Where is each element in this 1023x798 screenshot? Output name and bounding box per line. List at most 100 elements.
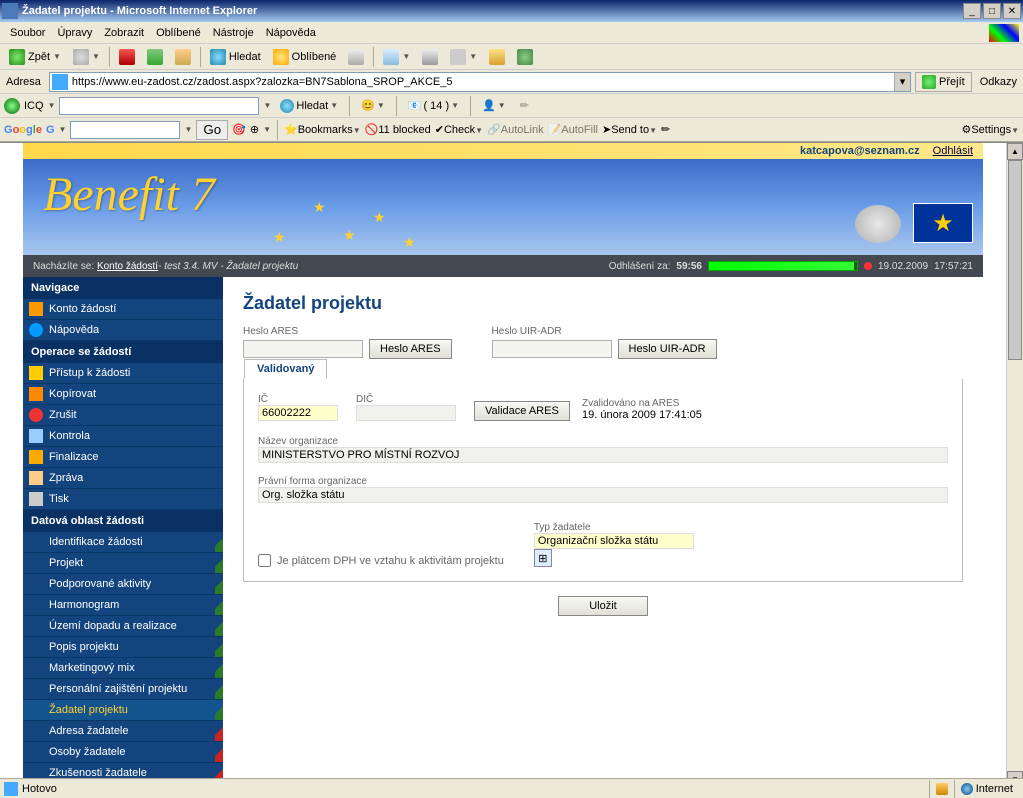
home-button[interactable] <box>170 46 196 68</box>
back-button[interactable]: Zpět▼ <box>4 46 66 68</box>
nav-osoby[interactable]: Osoby žadatele <box>23 742 223 763</box>
autolink-button[interactable]: 🔗AutoLink <box>487 123 544 136</box>
url-dropdown[interactable]: ▾ <box>894 73 910 91</box>
nav-ident[interactable]: Identifikace žádosti <box>23 532 223 553</box>
nav-konto[interactable]: Konto žádostí <box>23 299 223 320</box>
save-button[interactable]: Uložit <box>558 596 648 616</box>
access-icon <box>29 366 43 380</box>
menu-bar: Soubor Úpravy Zobrazit Oblíbené Nástroje… <box>0 22 1023 44</box>
edit-button[interactable]: ▼ <box>445 46 482 68</box>
favorites-button[interactable]: Oblíbené <box>268 46 342 68</box>
nav-projekt[interactable]: Projekt <box>23 553 223 574</box>
bookmarks-button[interactable]: ⭐Bookmarks▼ <box>284 123 361 136</box>
google-go-button[interactable]: Go <box>196 120 228 140</box>
nav-finalizace[interactable]: Finalizace <box>23 447 223 468</box>
nav-kontrola[interactable]: Kontrola <box>23 426 223 447</box>
search-icon <box>210 49 226 65</box>
nav-harmon[interactable]: Harmonogram <box>23 595 223 616</box>
minimize-button[interactable]: _ <box>963 3 981 19</box>
refresh-button[interactable] <box>142 46 168 68</box>
icq-search-input[interactable] <box>59 97 259 115</box>
nav-kopirovat[interactable]: Kopírovat <box>23 384 223 405</box>
search-button[interactable]: Hledat <box>205 46 266 68</box>
blocked-button[interactable]: 🚫11 blocked <box>365 123 431 136</box>
platce-dph-checkbox[interactable] <box>258 554 271 567</box>
folder-icon <box>489 49 505 65</box>
logout-link[interactable]: Odhlásit <box>933 145 973 157</box>
typ-zadatele-value[interactable]: Organizační složka státu <box>534 533 694 549</box>
nav-popis[interactable]: Popis projektu <box>23 637 223 658</box>
nav-zadatel[interactable]: Žadatel projektu <box>23 700 223 721</box>
icq-user-button[interactable]: 👤▼ <box>477 96 511 116</box>
menu-soubor[interactable]: Soubor <box>4 25 51 41</box>
nav-marketing[interactable]: Marketingový mix <box>23 658 223 679</box>
print-icon <box>29 492 43 506</box>
maximize-button[interactable]: □ <box>983 3 1001 19</box>
icq-emoticon-button[interactable]: 😊▼ <box>356 96 390 116</box>
heslo-ares-input[interactable] <box>243 340 363 358</box>
messenger-button[interactable] <box>512 46 538 68</box>
mail-button[interactable]: ▼ <box>378 46 415 68</box>
breadcrumb-link[interactable]: Konto žádostí <box>97 261 158 272</box>
page-status-icon <box>4 782 18 796</box>
folder-button[interactable] <box>484 46 510 68</box>
stop-icon <box>119 49 135 65</box>
menu-zobrazit[interactable]: Zobrazit <box>98 25 150 41</box>
google-search-input[interactable] <box>70 121 180 139</box>
user-email: katcapova@seznam.cz <box>800 145 920 157</box>
menu-napoveda[interactable]: Nápověda <box>260 25 322 41</box>
menu-oblibene[interactable]: Oblíbené <box>150 25 207 41</box>
links-label[interactable]: Odkazy <box>976 76 1021 88</box>
typ-label: Typ žadatele <box>534 522 591 533</box>
nav-personal[interactable]: Personální zajištění projektu <box>23 679 223 700</box>
time-display: 17:57:21 <box>934 261 973 272</box>
heslo-uir-input[interactable] <box>492 340 612 358</box>
lookup-icon[interactable]: ⊞ <box>534 549 552 567</box>
nav-uzemi[interactable]: Území dopadu a realizace <box>23 616 223 637</box>
close-button[interactable]: ✕ <box>1003 3 1021 19</box>
nav-tisk[interactable]: Tisk <box>23 489 223 510</box>
check-button[interactable]: ✔Check▼ <box>435 123 483 136</box>
platce-label: Je plátcem DPH ve vztahu k aktivitám pro… <box>277 555 504 567</box>
nav-podp-akt[interactable]: Podporované aktivity <box>23 574 223 595</box>
home-icon <box>175 49 191 65</box>
heslo-ares-button[interactable]: Heslo ARES <box>369 339 452 359</box>
icq-search-button[interactable]: Hledat▼ <box>275 96 343 116</box>
autofill-button[interactable]: 📝AutoFill <box>548 123 598 136</box>
validace-ares-button[interactable]: Validace ARES <box>474 401 570 421</box>
nav-adresa[interactable]: Adresa žadatele <box>23 721 223 742</box>
heslo-uir-button[interactable]: Heslo UIR-ADR <box>618 339 717 359</box>
stop-button[interactable] <box>114 46 140 68</box>
history-button[interactable] <box>343 46 369 68</box>
forward-button[interactable]: ▼ <box>68 46 105 68</box>
star-icon <box>273 49 289 65</box>
nav-zrusit[interactable]: Zrušit <box>23 405 223 426</box>
url-input[interactable] <box>70 76 894 88</box>
eu-flag-icon: ★ <box>913 203 973 243</box>
lock-icon <box>29 450 43 464</box>
nav-pristup[interactable]: Přístup k žádosti <box>23 363 223 384</box>
menu-upravy[interactable]: Úpravy <box>51 25 98 41</box>
nav-napoveda[interactable]: Nápověda <box>23 320 223 341</box>
icq-label: ICQ <box>24 100 44 112</box>
status-dot-icon <box>864 262 872 270</box>
nav-header-data: Datová oblast žádosti <box>23 510 223 532</box>
benefit7-logo: Benefit 7 <box>43 167 215 222</box>
nav-zprava[interactable]: Zpráva <box>23 468 223 489</box>
sendto-button[interactable]: ➤Send to▼ <box>602 123 657 136</box>
ssl-panel <box>929 780 954 798</box>
icq-highlight-button[interactable]: ✏ <box>515 96 534 116</box>
menu-nastroje[interactable]: Nástroje <box>207 25 260 41</box>
ic-value[interactable]: 66002222 <box>258 405 338 421</box>
print-button[interactable] <box>417 46 443 68</box>
window-titlebar: Žadatel projektu - Microsoft Internet Ex… <box>0 0 1023 22</box>
dic-label: DIČ <box>356 394 373 405</box>
go-button[interactable]: Přejít <box>915 72 972 92</box>
tab-validovany[interactable]: Validovaný <box>244 359 327 379</box>
icq-messages-button[interactable]: 📧( 14 )▼ <box>403 96 464 116</box>
settings-button[interactable]: ⚙Settings▼ <box>961 123 1019 136</box>
help-icon <box>29 323 43 337</box>
copy-icon <box>29 387 43 401</box>
vertical-scrollbar[interactable]: ▲ ▼ <box>1006 143 1023 788</box>
edit-icon <box>450 49 466 65</box>
